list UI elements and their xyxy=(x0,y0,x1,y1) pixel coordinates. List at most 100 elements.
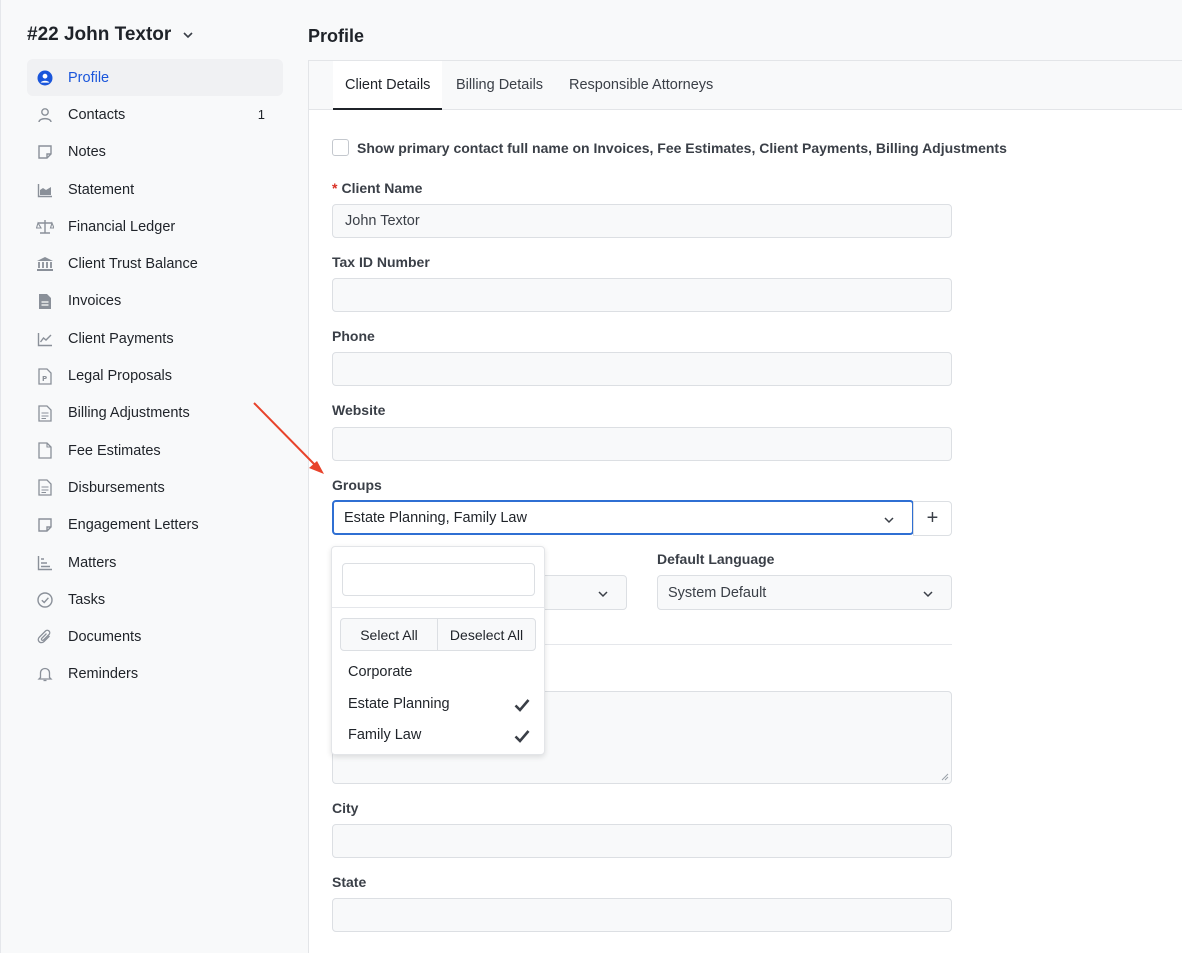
tax-id-input[interactable] xyxy=(332,278,952,312)
sidebar-item-fee-estimates[interactable]: Fee Estimates xyxy=(27,432,283,469)
required-marker: * xyxy=(332,180,338,196)
state-input[interactable] xyxy=(332,898,952,932)
select-all-button[interactable]: Select All xyxy=(340,618,438,651)
phone-input[interactable] xyxy=(332,352,952,386)
tab-responsible-attorneys[interactable]: Responsible Attorneys xyxy=(557,61,725,110)
note-icon xyxy=(36,516,54,534)
sidebar-item-tasks[interactable]: Tasks xyxy=(27,581,283,618)
sidebar-item-statement[interactable]: Statement xyxy=(27,171,283,208)
website-input[interactable] xyxy=(332,427,952,461)
bank-icon xyxy=(36,255,54,273)
file-icon xyxy=(36,442,54,460)
scale-icon xyxy=(36,218,54,236)
svg-text:P: P xyxy=(42,375,47,383)
default-language-select[interactable]: System Default xyxy=(657,575,952,610)
area-chart-icon xyxy=(36,181,54,199)
sidebar-item-matters[interactable]: Matters xyxy=(27,544,283,581)
sidebar-item-label: Disbursements xyxy=(68,479,165,496)
user-circle-icon xyxy=(36,69,54,87)
groups-select-value: Estate Planning, Family Law xyxy=(344,509,527,526)
default-language-value: System Default xyxy=(668,584,767,601)
group-option-corporate[interactable]: Corporate xyxy=(348,664,412,680)
chevron-down-icon xyxy=(884,517,894,524)
show-primary-contact-checkbox[interactable] xyxy=(332,139,349,156)
sidebar-item-label: Engagement Letters xyxy=(68,517,199,534)
bell-icon xyxy=(36,665,54,683)
bar-chart-icon xyxy=(36,554,54,572)
sidebar-item-client-trust-balance[interactable]: Client Trust Balance xyxy=(27,245,283,282)
checkmark-icon xyxy=(514,730,530,743)
state-label: State xyxy=(332,874,367,890)
sidebar-item-label: Client Trust Balance xyxy=(68,256,198,273)
add-group-button[interactable]: + xyxy=(913,501,952,536)
person-icon xyxy=(36,106,54,124)
sidebar-item-label: Financial Ledger xyxy=(68,218,176,235)
groups-select[interactable]: Estate Planning, Family Law xyxy=(332,500,914,535)
default-language-label: Default Language xyxy=(657,551,775,567)
paperclip-icon xyxy=(36,628,54,646)
sidebar-item-label: Reminders xyxy=(68,666,139,683)
left-border xyxy=(0,0,1,953)
sidebar-nav: Profile Contacts 1 Notes Statement Finan… xyxy=(27,59,283,693)
sidebar-item-profile[interactable]: Profile xyxy=(27,59,283,97)
sidebar-item-documents[interactable]: Documents xyxy=(27,618,283,655)
tab-bar: Client Details Billing Details Responsib… xyxy=(309,61,1182,110)
sidebar-item-contacts[interactable]: Contacts 1 xyxy=(27,96,283,133)
sidebar-item-label: Matters xyxy=(68,554,117,571)
sidebar-item-reminders[interactable]: Reminders xyxy=(27,656,283,693)
website-label: Website xyxy=(332,402,386,418)
client-name-label: * Client Name xyxy=(332,180,423,196)
chevron-down-icon xyxy=(923,591,933,598)
annotation-arrow-icon xyxy=(253,402,324,474)
client-name-input[interactable] xyxy=(332,204,952,238)
page-title: Profile xyxy=(308,26,365,46)
sidebar-item-label: Profile xyxy=(68,69,110,86)
sidebar-item-label: Documents xyxy=(68,629,142,646)
line-chart-icon xyxy=(36,330,54,348)
phone-label: Phone xyxy=(332,328,375,344)
proposal-icon: P xyxy=(36,367,54,385)
sidebar-item-billing-adjustments[interactable]: Billing Adjustments xyxy=(27,395,283,432)
sidebar-item-disbursements[interactable]: Disbursements xyxy=(27,469,283,506)
client-switcher[interactable]: #22 John Textor xyxy=(27,24,195,46)
sidebar-item-label: Fee Estimates xyxy=(68,442,161,459)
checkmark-icon xyxy=(514,699,530,712)
group-option-family-law[interactable]: Family Law xyxy=(348,727,421,743)
client-title: #22 John Textor xyxy=(27,24,172,45)
city-label: City xyxy=(332,800,359,816)
check-circle-icon xyxy=(36,591,54,609)
chevron-down-icon xyxy=(183,32,193,39)
sidebar-item-label: Tasks xyxy=(68,591,106,608)
groups-label: Groups xyxy=(332,477,382,493)
sidebar-item-invoices[interactable]: Invoices xyxy=(27,283,283,320)
sidebar-item-engagement-letters[interactable]: Engagement Letters xyxy=(27,507,283,544)
sidebar-item-label: Billing Adjustments xyxy=(68,405,190,422)
city-input[interactable] xyxy=(332,824,952,858)
contacts-count-badge: 1 xyxy=(257,107,265,123)
sidebar-item-label: Legal Proposals xyxy=(68,368,172,385)
tab-billing-details[interactable]: Billing Details xyxy=(444,61,555,110)
resize-handle-icon[interactable] xyxy=(941,773,949,781)
document-icon xyxy=(36,479,54,497)
sidebar-item-notes[interactable]: Notes xyxy=(27,134,283,171)
show-primary-contact-label: Show primary contact full name on Invoic… xyxy=(357,140,1007,156)
sidebar-item-client-payments[interactable]: Client Payments xyxy=(27,320,283,357)
groups-search-input[interactable] xyxy=(342,563,535,596)
sidebar-item-label: Statement xyxy=(68,181,135,198)
group-option-estate-planning[interactable]: Estate Planning xyxy=(348,696,450,712)
sidebar-item-financial-ledger[interactable]: Financial Ledger xyxy=(27,208,283,245)
sidebar-item-label: Invoices xyxy=(68,293,122,310)
sidebar-item-label: Contacts xyxy=(68,106,126,123)
invoice-icon xyxy=(36,292,54,310)
sidebar-item-label: Client Payments xyxy=(68,330,174,347)
chevron-down-icon xyxy=(598,591,608,598)
document-icon xyxy=(36,404,54,422)
deselect-all-button[interactable]: Deselect All xyxy=(437,618,536,651)
dropdown-divider xyxy=(332,607,544,608)
tab-client-details[interactable]: Client Details xyxy=(333,61,443,110)
sidebar-item-label: Notes xyxy=(68,144,106,161)
groups-dropdown: Select All Deselect All Corporate Estate… xyxy=(331,546,545,755)
note-icon xyxy=(36,143,54,161)
tax-id-label: Tax ID Number xyxy=(332,254,430,270)
sidebar-item-legal-proposals[interactable]: P Legal Proposals xyxy=(27,357,283,394)
